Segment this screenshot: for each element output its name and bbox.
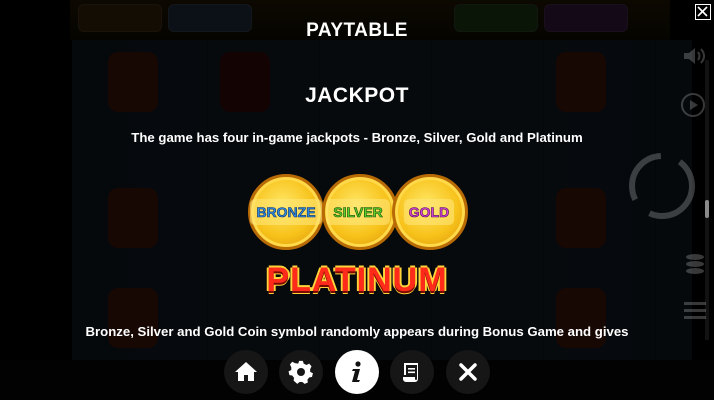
scroll-icon: [403, 363, 418, 382]
paytable-title: PAYTABLE: [306, 20, 408, 41]
platinum-label: PLATINUM: [266, 261, 448, 299]
settings-button[interactable]: [279, 350, 323, 394]
paytable-panel: PAYTABLE JACKPOT The game has four in-ga…: [0, 0, 714, 400]
section-heading: JACKPOT: [305, 84, 409, 107]
gear-icon: [288, 360, 313, 384]
history-button[interactable]: [390, 350, 434, 394]
jackpot-intro-text: The game has four in-game jackpots - Bro…: [131, 130, 583, 145]
home-icon: [235, 362, 257, 381]
info-button[interactable]: [335, 350, 379, 394]
gold-label: GOLD: [404, 199, 454, 225]
close-icon: [459, 363, 477, 381]
silver-label: SILVER: [326, 199, 390, 225]
bronze-label: BRONZE: [250, 199, 322, 225]
home-button[interactable]: [224, 350, 268, 394]
jackpot-body-text: Bronze, Silver and Gold Coin symbol rand…: [85, 324, 629, 339]
info-icon: [352, 361, 361, 382]
close-button[interactable]: [446, 350, 490, 394]
